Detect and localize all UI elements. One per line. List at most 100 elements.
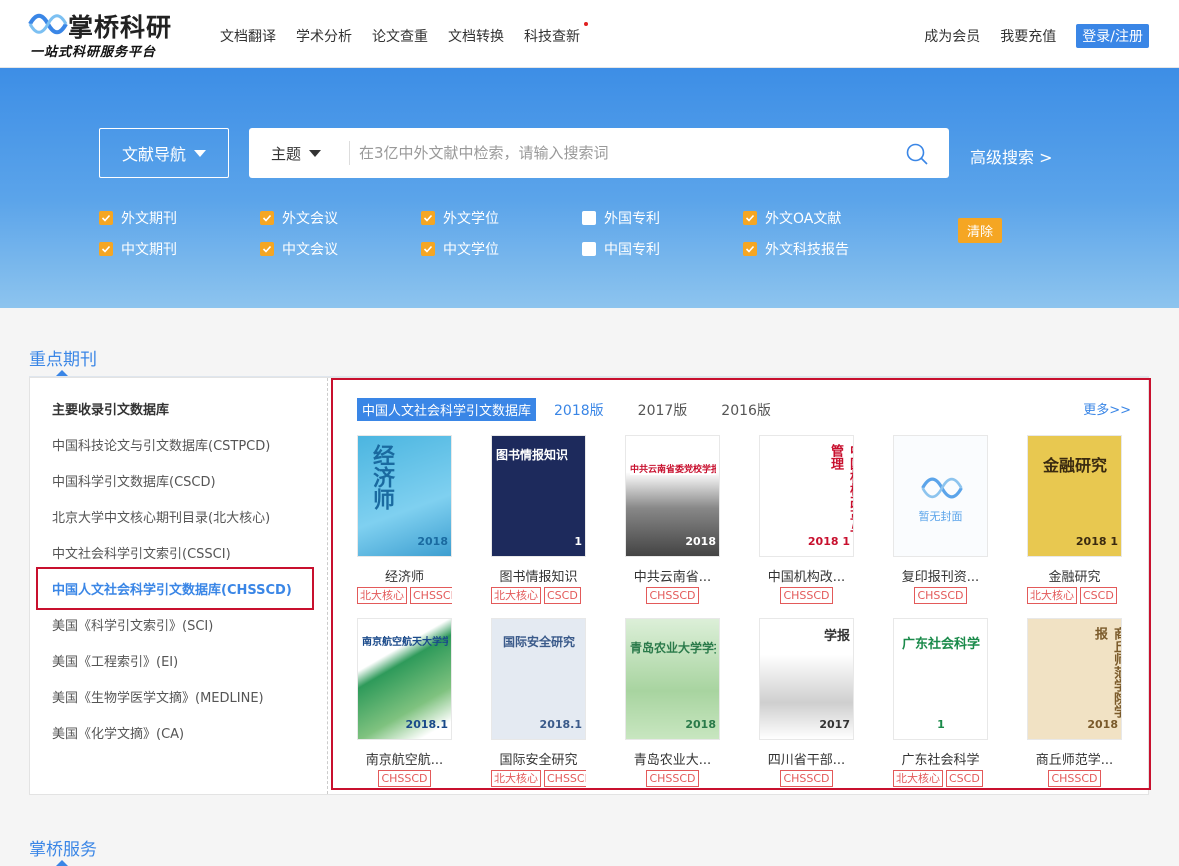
nav-item-plagiarism[interactable]: 论文查重 [372, 26, 428, 46]
section-title-journals: 重点期刊 [29, 350, 97, 370]
journal-name[interactable]: 中共云南省... [625, 566, 720, 585]
search-input[interactable] [359, 137, 889, 169]
journal-tags: CHSSCD [759, 587, 854, 605]
index-tag-badge: CSCD [1080, 587, 1117, 604]
journal-cover-image[interactable]: 图书情报知识 1 [491, 435, 586, 557]
journal-cover-image[interactable]: 南京航空航天大学学报 2018.1 [357, 618, 452, 740]
journal-name[interactable]: 四川省干部... [759, 749, 854, 768]
section-title-services: 掌桥服务 [29, 840, 97, 860]
journal-tags: 北大核心 CSCD [491, 587, 586, 605]
more-link[interactable]: 更多>> [1083, 399, 1131, 418]
sidebar-item[interactable]: 美国《工程索引》(EI) [52, 651, 178, 670]
journal-cover-image[interactable]: 金融研究 2018 1 [1027, 435, 1122, 557]
tab-2017[interactable]: 2017版 [638, 400, 688, 420]
journal-cover-image[interactable]: 中国机构改革与管理2018 1 [759, 435, 854, 557]
source-checkbox[interactable]: 外文科技报告 [743, 239, 849, 259]
journal-name[interactable]: 商丘师范学... [1027, 749, 1122, 768]
source-checkbox[interactable]: 外文会议 [260, 208, 338, 228]
journal-card[interactable]: 中国机构改革与管理2018 1 中国机构改... CHSSCD [759, 435, 854, 605]
search-hero: 文献导航 主题 高级搜索 > 外文期刊 外文会议 外文学位 外国专利 外文OA文献中文期… [0, 68, 1179, 308]
journal-name[interactable]: 国际安全研究 [491, 749, 586, 768]
index-tag-badge: 北大核心 [491, 770, 541, 787]
journal-name[interactable]: 金融研究 [1027, 566, 1122, 585]
no-cover-label: 暂无封面 [918, 510, 963, 523]
login-button[interactable]: 登录/注册 [1076, 24, 1149, 48]
journal-card[interactable]: 南京航空航天大学学报 2018.1 南京航空航... CHSSCD [357, 618, 452, 788]
checkbox-checked-icon [99, 211, 113, 225]
journal-cover-image[interactable]: 商丘师范学院学报 2018 [1027, 618, 1122, 740]
journal-card[interactable]: 学报 2017 四川省干部... CHSSCD [759, 618, 854, 788]
cover-issue: 2018.1 [539, 718, 582, 731]
search-field-label: 主题 [271, 145, 302, 163]
site-logo[interactable]: 掌桥科研 一站式科研服务平台 [28, 8, 188, 60]
nav-item-novelty[interactable]: 科技查新 [524, 22, 588, 46]
sidebar-item[interactable]: 美国《化学文摘》(CA) [52, 723, 184, 742]
journal-card[interactable]: 经济师 2018 经济师北大核心CHSSCD [357, 435, 452, 605]
index-tag-badge: CSCD [544, 587, 581, 604]
search-icon[interactable] [905, 142, 929, 166]
source-checkbox[interactable]: 中文会议 [260, 239, 338, 259]
logo-wave-icon [921, 477, 963, 499]
source-checkbox[interactable]: 外文期刊 [99, 208, 177, 228]
journal-card[interactable]: 中共云南省委党校学报 2018 中共云南省... CHSSCD [625, 435, 720, 605]
source-checkbox[interactable]: 中文期刊 [99, 239, 177, 259]
journal-card[interactable]: 图书情报知识 1 图书情报知识 北大核心 CSCD [491, 435, 586, 605]
journal-tags: 北大核心 CSCD [1027, 587, 1122, 605]
tab-2016[interactable]: 2016版 [721, 400, 771, 420]
cover-title: 广东社会科学 [901, 637, 980, 652]
journal-card[interactable]: 暂无封面复印报刊资... CHSSCD [893, 435, 988, 605]
tab-2018[interactable]: 2018版 [554, 400, 604, 420]
sidebar-item[interactable]: 中国人文社会科学引文数据库(CHSSCD) [52, 579, 292, 598]
source-checkbox[interactable]: 中文学位 [421, 239, 499, 259]
journal-card[interactable]: 国际安全研究 2018.1 国际安全研究北大核心CHSSCD [491, 618, 586, 788]
member-link[interactable]: 成为会员 [924, 26, 980, 46]
top-bar: 掌桥科研 一站式科研服务平台 文档翻译 学术分析 论文查重 文档转换 科技查新 … [0, 0, 1179, 68]
recharge-link[interactable]: 我要充值 [1000, 26, 1056, 46]
journal-cover-image[interactable]: 经济师 2018 [357, 435, 452, 557]
source-checkbox[interactable]: 中国专利 [582, 239, 660, 259]
journal-cover-image[interactable]: 中共云南省委党校学报 2018 [625, 435, 720, 557]
literature-nav-dropdown[interactable]: 文献导航 [99, 128, 229, 178]
journal-name[interactable]: 经济师 [357, 566, 452, 585]
sidebar-item[interactable]: 北京大学中文核心期刊目录(北大核心) [52, 507, 270, 526]
journal-card[interactable]: 商丘师范学院学报 2018 商丘师范学... CHSSCD [1027, 618, 1122, 788]
journal-tags: CHSSCD [893, 587, 988, 605]
journal-cover-image[interactable]: 国际安全研究 2018.1 [491, 618, 586, 740]
journal-cover-image[interactable]: 广东社会科学 1 [893, 618, 988, 740]
advanced-search-link[interactable]: 高级搜索 > [970, 144, 1053, 168]
source-checkbox[interactable]: 外文学位 [421, 208, 499, 228]
sidebar-item[interactable]: 中国科技论文与引文数据库(CSTPCD) [52, 435, 270, 454]
source-checkbox-label: 外文期刊 [121, 211, 177, 227]
journal-card[interactable]: 青岛农业大学学报 2018 青岛农业大... CHSSCD [625, 618, 720, 788]
journal-cover-image[interactable]: 学报 2017 [759, 618, 854, 740]
checkbox-checked-icon [743, 211, 757, 225]
search-field-select[interactable]: 主题 [271, 143, 322, 164]
literature-nav-label: 文献导航 [121, 145, 186, 164]
sidebar-item[interactable]: 美国《科学引文索引》(SCI) [52, 615, 213, 634]
journal-name[interactable]: 图书情报知识 [491, 566, 586, 585]
sidebar-item[interactable]: 中文社会科学引文索引(CSSCI) [52, 543, 231, 562]
journal-card[interactable]: 广东社会科学 1 广东社会科学 北大核心 CSCD [893, 618, 988, 788]
journal-name[interactable]: 中国机构改... [759, 566, 854, 585]
journal-name[interactable]: 复印报刊资... [893, 566, 988, 585]
clear-filters-button[interactable]: 清除 [958, 218, 1003, 243]
nav-item-analysis[interactable]: 学术分析 [296, 26, 352, 46]
source-checkbox[interactable]: 外国专利 [582, 208, 660, 228]
journals-panel: 主要收录引文数据库 中国科技论文与引文数据库(CSTPCD) 中国科学引文数据库(… [29, 377, 1151, 795]
journal-tags: 北大核心CHSSCD [357, 587, 452, 605]
nav-item-convert[interactable]: 文档转换 [448, 26, 504, 46]
journal-card[interactable]: 金融研究 2018 1 金融研究北大核心 CSCD [1027, 435, 1122, 605]
journal-name[interactable]: 南京航空航... [357, 749, 452, 768]
index-tag-badge: CSCD [946, 770, 983, 787]
journal-cover-image[interactable]: 暂无封面 [893, 435, 988, 557]
nav-item-translate[interactable]: 文档翻译 [220, 26, 276, 46]
journal-name[interactable]: 广东社会科学 [893, 749, 988, 768]
tab-chsscd[interactable]: 中国人文社会科学引文数据库 [357, 398, 537, 421]
source-checkbox[interactable]: 外文OA文献 [743, 208, 841, 228]
journal-name[interactable]: 青岛农业大... [625, 749, 720, 768]
sidebar-item[interactable]: 中国科学引文数据库(CSCD) [52, 471, 216, 490]
cover-title: 中国机构改革与管理 [828, 444, 853, 535]
journal-cover-image[interactable]: 青岛农业大学学报 2018 [625, 618, 720, 740]
checkbox-checked-icon [260, 211, 274, 225]
sidebar-item[interactable]: 美国《生物学医学文摘》(MEDLINE) [52, 687, 264, 706]
